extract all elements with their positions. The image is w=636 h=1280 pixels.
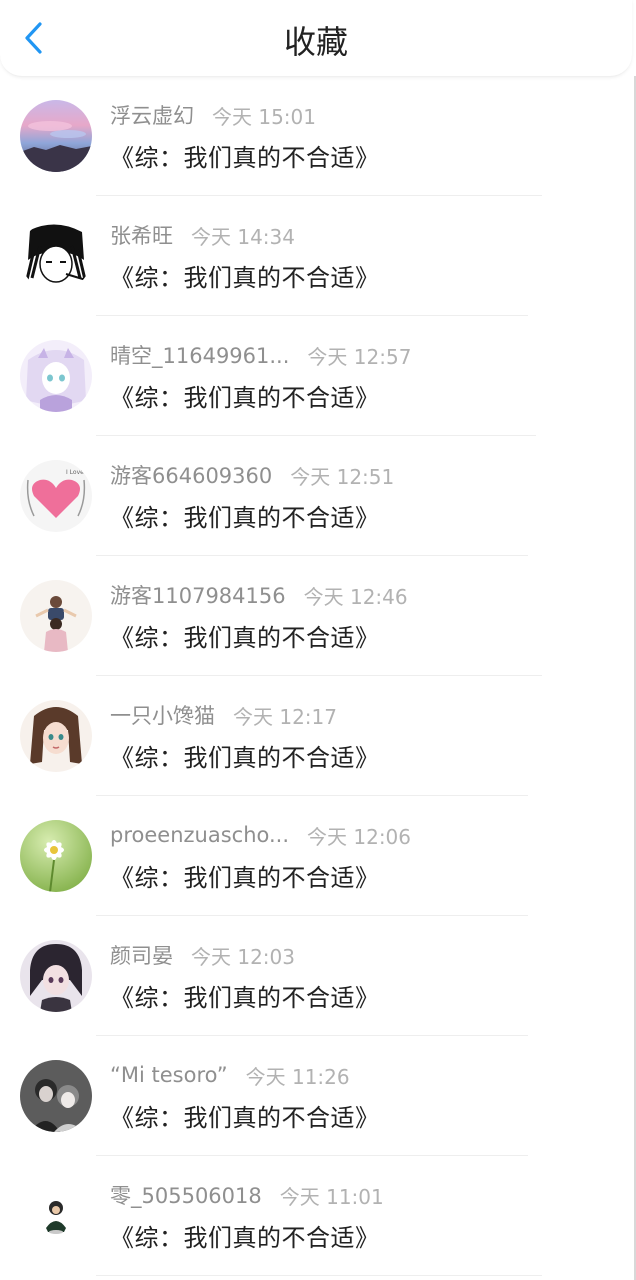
favorite-list-item[interactable]: 一只小馋猫 今天 12:17 《综：我们真的不合适》 <box>0 676 632 796</box>
user-avatar[interactable] <box>20 1060 92 1132</box>
user-avatar[interactable] <box>20 700 92 772</box>
item-meta: 浮云虚幻 今天 15:01 <box>110 100 316 130</box>
book-title[interactable]: 《综：我们真的不合适》 <box>110 498 380 533</box>
book-title[interactable]: 《综：我们真的不合适》 <box>110 858 380 893</box>
favorite-list-item[interactable]: 游客1107984156 今天 12:46 《综：我们真的不合适》 <box>0 556 632 676</box>
favorite-list-item[interactable]: I Love 游客664609360 今天 12:51 《综：我们真的不合适》 <box>0 436 632 556</box>
favorite-list-item[interactable]: 张希旺 今天 14:34 《综：我们真的不合适》 <box>0 196 632 316</box>
book-title[interactable]: 《综：我们真的不合适》 <box>110 378 380 413</box>
item-meta: 游客664609360 今天 12:51 <box>110 460 394 490</box>
user-avatar[interactable] <box>20 220 92 292</box>
item-meta: 游客1107984156 今天 12:46 <box>110 580 408 610</box>
item-meta: 一只小馋猫 今天 12:17 <box>110 700 337 730</box>
item-meta: proeenzuascho... 今天 12:06 <box>110 820 411 850</box>
favorite-list-item[interactable]: 零_505506018 今天 11:01 《综：我们真的不合适》 <box>0 1156 632 1276</box>
user-avatar[interactable]: I Love <box>20 460 92 532</box>
book-title[interactable]: 《综：我们真的不合适》 <box>110 738 380 773</box>
user-name[interactable]: 浮云虚幻 <box>110 100 194 130</box>
user-avatar[interactable] <box>20 1180 92 1252</box>
timestamp: 今天 12:57 <box>307 344 412 369</box>
timestamp: 今天 12:46 <box>303 584 408 609</box>
user-name[interactable]: “Mi tesoro” <box>110 1063 228 1087</box>
user-avatar[interactable] <box>20 340 92 412</box>
user-avatar[interactable] <box>20 940 92 1012</box>
favorites-list: 浮云虚幻 今天 15:01 《综：我们真的不合适》 张希旺 今天 14:34 《… <box>0 76 632 1276</box>
user-name[interactable]: 游客1107984156 <box>110 580 286 610</box>
book-title[interactable]: 《综：我们真的不合适》 <box>110 1218 380 1253</box>
svg-text:I Love: I Love <box>66 469 84 476</box>
book-title[interactable]: 《综：我们真的不合适》 <box>110 1098 380 1133</box>
user-name[interactable]: 游客664609360 <box>110 460 272 490</box>
user-avatar[interactable] <box>20 100 92 172</box>
book-title[interactable]: 《综：我们真的不合适》 <box>110 138 380 173</box>
item-meta: 零_505506018 今天 11:01 <box>110 1180 384 1210</box>
user-name[interactable]: 零_505506018 <box>110 1180 262 1210</box>
page-title: 收藏 <box>283 23 348 61</box>
top-bar: 收藏 <box>0 0 632 77</box>
favorite-list-item[interactable]: proeenzuascho... 今天 12:06 《综：我们真的不合适》 <box>0 796 632 916</box>
timestamp: 今天 12:51 <box>290 464 395 489</box>
timestamp: 今天 15:01 <box>212 104 316 129</box>
user-name[interactable]: 张希旺 <box>110 220 173 250</box>
timestamp: 今天 12:06 <box>307 824 412 849</box>
user-avatar[interactable] <box>20 580 92 652</box>
favorites-page: 收藏 浮云虚幻 今天 15:01 《综：我们真的不合适》 张希旺 今天 14:3… <box>0 0 636 1280</box>
timestamp: 今天 14:34 <box>191 224 295 249</box>
item-meta: “Mi tesoro” 今天 11:26 <box>110 1060 350 1090</box>
timestamp: 今天 11:01 <box>279 1184 384 1209</box>
timestamp: 今天 12:03 <box>191 944 295 969</box>
user-name[interactable]: proeenzuascho... <box>110 823 289 847</box>
user-avatar[interactable] <box>20 820 92 892</box>
favorite-list-item[interactable]: 晴空_11649961... 今天 12:57 《综：我们真的不合适》 <box>0 316 632 436</box>
timestamp: 今天 11:26 <box>245 1064 350 1089</box>
user-name[interactable]: 晴空_11649961... <box>110 340 289 370</box>
item-meta: 晴空_11649961... 今天 12:57 <box>110 340 411 370</box>
user-name[interactable]: 颜司晏 <box>110 940 173 970</box>
favorite-list-item[interactable]: 浮云虚幻 今天 15:01 《综：我们真的不合适》 <box>0 76 632 196</box>
book-title[interactable]: 《综：我们真的不合适》 <box>110 978 380 1013</box>
row-divider <box>96 1275 542 1276</box>
user-name[interactable]: 一只小馋猫 <box>110 700 215 730</box>
favorite-list-item[interactable]: “Mi tesoro” 今天 11:26 《综：我们真的不合适》 <box>0 1036 632 1156</box>
book-title[interactable]: 《综：我们真的不合适》 <box>110 618 380 653</box>
item-meta: 颜司晏 今天 12:03 <box>110 940 295 970</box>
book-title[interactable]: 《综：我们真的不合适》 <box>110 258 380 293</box>
item-meta: 张希旺 今天 14:34 <box>110 220 295 250</box>
timestamp: 今天 12:17 <box>233 704 337 729</box>
favorite-list-item[interactable]: 颜司晏 今天 12:03 《综：我们真的不合适》 <box>0 916 632 1036</box>
